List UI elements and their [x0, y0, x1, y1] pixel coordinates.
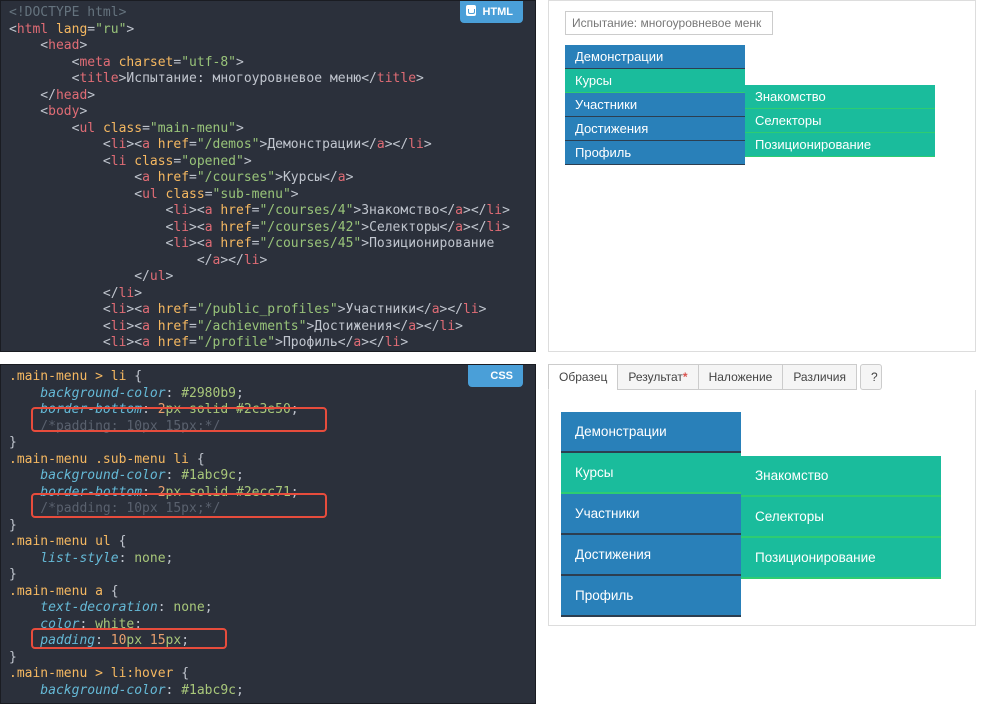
css-code[interactable]: .main-menu > li { background-color: #298…	[9, 369, 527, 699]
css-editor[interactable]: CSS .main-menu > li { background-color: …	[0, 364, 536, 704]
menu-item[interactable]: Демонстрации	[561, 412, 741, 453]
menu-item[interactable]: Достижения	[561, 535, 741, 576]
tab-sample[interactable]: Образец	[548, 364, 618, 390]
menu-item[interactable]: Участники	[561, 494, 741, 535]
menu-item[interactable]: Профиль	[565, 141, 745, 165]
menu-item[interactable]: Участники	[565, 93, 745, 117]
submenu-item[interactable]: Селекторы	[741, 497, 941, 538]
html-badge: HTML	[460, 1, 523, 23]
html-code[interactable]: <!DOCTYPE html> <html lang="ru"> <head> …	[9, 5, 527, 352]
help-button[interactable]: ?	[860, 364, 882, 390]
menu-item[interactable]: Демонстрации	[565, 45, 745, 69]
submenu: Знакомство Селекторы Позиционирование	[741, 456, 941, 579]
title-input[interactable]: Испытание: многоуровневое менк	[565, 11, 773, 35]
menu-item-open[interactable]: Курсы	[565, 69, 745, 93]
tab-diff[interactable]: Различия	[782, 364, 857, 390]
sample-view: Демонстрации Курсы Участники Достижения …	[548, 390, 976, 626]
css-badge: CSS	[468, 365, 523, 387]
sample-menu: Демонстрации Курсы Участники Достижения …	[561, 412, 967, 617]
result-panel: Образец Результат* Наложение Различия ? …	[548, 364, 976, 704]
preview-menu: Демонстрации Курсы Участники Достижения …	[565, 45, 967, 165]
html-editor[interactable]: HTML <!DOCTYPE html> <html lang="ru"> <h…	[0, 0, 536, 352]
menu-item[interactable]: Достижения	[565, 117, 745, 141]
tab-overlay[interactable]: Наложение	[698, 364, 784, 390]
submenu-item[interactable]: Позиционирование	[741, 538, 941, 579]
menu-item-open[interactable]: Курсы	[561, 453, 741, 494]
submenu-item[interactable]: Позиционирование	[745, 133, 935, 157]
submenu-item[interactable]: Знакомство	[741, 456, 941, 497]
menu-item[interactable]: Профиль	[561, 576, 741, 617]
tabs-row: Образец Результат* Наложение Различия ?	[548, 364, 976, 390]
submenu-item[interactable]: Знакомство	[745, 85, 935, 109]
submenu-item[interactable]: Селекторы	[745, 109, 935, 133]
title-input-row: Испытание: многоуровневое менк	[557, 9, 967, 41]
preview-pane: Испытание: многоуровневое менк Демонстра…	[548, 0, 976, 352]
tab-result[interactable]: Результат*	[617, 364, 698, 390]
submenu: Знакомство Селекторы Позиционирование	[745, 85, 935, 157]
